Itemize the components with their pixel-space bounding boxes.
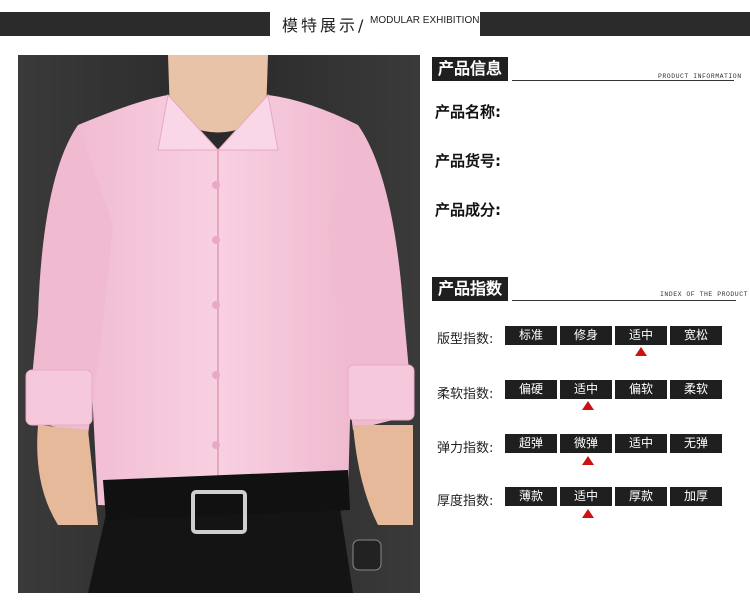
info-row-name: 产品名称:: [435, 103, 501, 121]
product-index-heading-en: INDEX OF THE PRODUCT: [660, 291, 749, 298]
elasticity-option-2: 微弹: [560, 434, 612, 453]
fit-option-3: 适中: [615, 326, 667, 345]
softness-selected-marker: [582, 401, 594, 410]
elasticity-selected-marker: [582, 456, 594, 465]
product-index-heading: 产品指数: [432, 277, 509, 301]
elasticity-option-3: 适中: [615, 434, 667, 453]
fit-option-2: 修身: [560, 326, 612, 345]
thickness-selected-marker: [582, 509, 594, 518]
product-info-divider: [512, 80, 734, 81]
product-index-divider: [512, 300, 736, 301]
softness-option-2: 适中: [560, 380, 612, 399]
elasticity-option-4: 无弹: [670, 434, 722, 453]
top-banner: 模特展示/ MODULAR EXHIBITION: [0, 0, 750, 36]
model-illustration: [18, 55, 420, 593]
banner-subtitle: MODULAR EXHIBITION: [370, 15, 480, 26]
thickness-option-1: 薄款: [505, 487, 557, 506]
index-label-softness: 柔软指数:: [437, 387, 494, 402]
index-label-elasticity: 弹力指数:: [437, 441, 494, 456]
product-info-heading: 产品信息: [432, 57, 509, 81]
softness-option-3: 偏软: [615, 380, 667, 399]
model-photo: [18, 55, 420, 593]
fit-option-1: 标准: [505, 326, 557, 345]
info-row-material: 产品成分:: [435, 201, 501, 219]
banner-title: 模特展示/: [282, 16, 367, 35]
softness-option-4: 柔软: [670, 380, 722, 399]
fit-option-4: 宽松: [670, 326, 722, 345]
product-info-heading-en: PRODUCT INFORMATION: [658, 73, 742, 80]
index-label-fit: 版型指数:: [437, 332, 494, 347]
elasticity-option-1: 超弹: [505, 434, 557, 453]
fit-selected-marker: [635, 347, 647, 356]
info-row-sku: 产品货号:: [435, 152, 501, 170]
thickness-option-4: 加厚: [670, 487, 722, 506]
thickness-option-2: 适中: [560, 487, 612, 506]
softness-option-1: 偏硬: [505, 380, 557, 399]
thickness-option-3: 厚款: [615, 487, 667, 506]
index-label-thickness: 厚度指数:: [437, 494, 494, 509]
